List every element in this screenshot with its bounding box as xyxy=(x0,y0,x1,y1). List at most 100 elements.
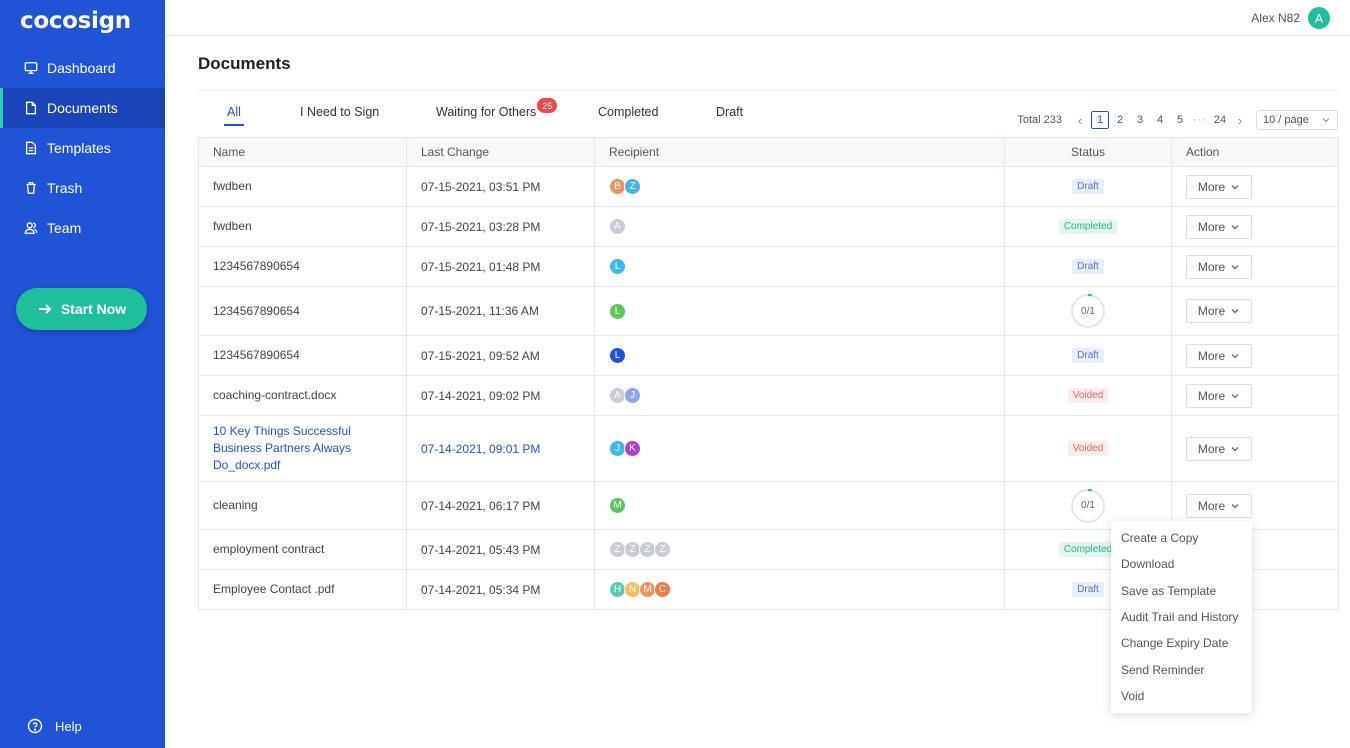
signing-progress: 0/1 xyxy=(1070,293,1106,329)
menu-item-void[interactable]: Void xyxy=(1111,683,1252,709)
tab-all[interactable]: All xyxy=(224,105,244,126)
start-now-button[interactable]: Start Now xyxy=(16,288,147,330)
more-button[interactable]: More xyxy=(1186,254,1252,279)
table-row[interactable]: 1234567890654 07-15-2021, 09:52 AM L Draft M… xyxy=(199,336,1338,376)
action-cell: More xyxy=(1172,336,1338,375)
more-pages[interactable]: ··· xyxy=(1191,111,1209,129)
document-name[interactable]: employment contract xyxy=(199,530,407,569)
table-row[interactable]: 1234567890654 07-15-2021, 01:48 PM L Draft M… xyxy=(199,247,1338,287)
avatar: L xyxy=(609,258,626,275)
last-change-date: 07-15-2021, 01:48 PM xyxy=(407,247,595,286)
user-menu[interactable]: Alex N82 A xyxy=(1251,7,1330,29)
sidebar: cocosign Dashboard Documents Templates T… xyxy=(0,0,165,748)
document-name[interactable]: 1234567890654 xyxy=(199,336,407,375)
recipient-cell: HNMC xyxy=(595,570,1005,609)
chevron-down-icon xyxy=(1231,393,1239,398)
recipient-cell: A xyxy=(595,207,1005,246)
sidebar-item-trash[interactable]: Trash xyxy=(0,168,165,208)
avatar: J xyxy=(624,387,641,404)
document-name[interactable]: 1234567890654 xyxy=(199,247,407,286)
table-row[interactable]: fwdben 07-15-2021, 03:51 PM B Z Draft More xyxy=(199,167,1338,207)
document-name[interactable]: fwdben xyxy=(199,167,407,206)
page-4[interactable]: 4 xyxy=(1151,111,1169,129)
page-3[interactable]: 3 xyxy=(1131,111,1149,129)
monitor-icon xyxy=(23,60,39,76)
page-1[interactable]: 1 xyxy=(1091,111,1109,129)
document-name[interactable]: Employee Contact .pdf xyxy=(199,570,407,609)
action-cell: More xyxy=(1172,167,1338,206)
cocosign-logo[interactable]: cocosign xyxy=(20,8,131,34)
action-cell: More xyxy=(1172,416,1338,481)
next-page-icon[interactable]: › xyxy=(1231,111,1249,129)
document-name-text: cleaning xyxy=(213,498,258,512)
more-button[interactable]: More xyxy=(1186,343,1252,368)
table-row[interactable]: coaching-contract.docx 07-14-2021, 09:02 … xyxy=(199,376,1338,416)
avatar[interactable]: A xyxy=(1308,7,1330,29)
more-button[interactable]: More xyxy=(1186,299,1252,323)
sidebar-item-documents[interactable]: Documents xyxy=(0,88,165,128)
sidebar-item-dashboard[interactable]: Dashboard xyxy=(0,48,165,88)
page-last[interactable]: 24 xyxy=(1211,111,1229,129)
page-size-select[interactable]: 10 / page xyxy=(1256,110,1338,130)
table-row[interactable]: 1234567890654 07-15-2021, 11:36 AM L 0/1 Mor… xyxy=(199,287,1338,336)
recipient-cell: JK xyxy=(595,416,1005,481)
recipient-cell: BZ xyxy=(595,167,1005,206)
recipient-avatars: ZZZZ xyxy=(609,541,671,558)
pagination: Total 233 ‹ 1 2 3 4 5 ··· 24 › 10 / page xyxy=(1017,110,1338,130)
table-row[interactable]: 10 Key Things Successful Business Partne… xyxy=(199,416,1338,482)
sidebar-item-team[interactable]: Team xyxy=(0,208,165,248)
help-link[interactable]: Help xyxy=(27,718,82,734)
start-now-label: Start Now xyxy=(60,301,127,317)
menu-item-save-as-template[interactable]: Save as Template xyxy=(1111,578,1252,604)
more-button[interactable]: More xyxy=(1186,174,1252,199)
status-badge: Completed xyxy=(1058,219,1118,234)
document-name[interactable]: cleaning xyxy=(199,482,407,529)
recipient-cell: L xyxy=(595,336,1005,375)
more-button[interactable]: More xyxy=(1186,214,1252,239)
document-name[interactable]: fwdben xyxy=(199,207,407,246)
document-name[interactable]: 10 Key Things Successful Business Partne… xyxy=(199,416,407,481)
more-button[interactable]: More xyxy=(1186,493,1252,518)
sidebar-item-label: Team xyxy=(47,220,82,236)
help-circle-icon xyxy=(27,718,43,734)
menu-item-change-expiry[interactable]: Change Expiry Date xyxy=(1111,630,1252,656)
tab-waiting-for-others[interactable]: Waiting for Others 25 xyxy=(436,98,558,119)
avatar: L xyxy=(609,302,626,320)
page-2[interactable]: 2 xyxy=(1111,111,1129,129)
tab-draft[interactable]: Draft xyxy=(716,105,743,119)
avatar: Z xyxy=(654,541,671,558)
prev-page-icon[interactable]: ‹ xyxy=(1071,111,1089,129)
last-change-date: 07-15-2021, 03:51 PM xyxy=(407,167,595,206)
total-count: Total 233 xyxy=(1017,114,1062,126)
more-label: More xyxy=(1197,388,1226,403)
document-name-text: fwdben xyxy=(213,219,252,233)
menu-item-audit-trail[interactable]: Audit Trail and History xyxy=(1111,604,1252,630)
more-button[interactable]: More xyxy=(1186,436,1252,461)
document-name[interactable]: coaching-contract.docx xyxy=(199,376,407,415)
page-title: Documents xyxy=(198,54,291,73)
header-name: Name xyxy=(199,138,407,166)
sidebar-item-templates[interactable]: Templates xyxy=(0,128,165,168)
recipient-avatars: HNMC xyxy=(609,581,671,598)
tab-i-need-to-sign[interactable]: I Need to Sign xyxy=(300,105,379,119)
chevron-down-icon xyxy=(1231,224,1239,229)
avatar: L xyxy=(609,347,626,364)
more-label: More xyxy=(1197,259,1226,274)
menu-item-download[interactable]: Download xyxy=(1111,551,1252,577)
status-cell: Voided xyxy=(1005,416,1172,481)
document-name-text: fwdben xyxy=(213,179,252,193)
last-change-date: 07-14-2021, 06:17 PM xyxy=(407,482,595,529)
document-name[interactable]: 1234567890654 xyxy=(199,287,407,335)
team-icon xyxy=(23,220,39,236)
status-badge: Voided xyxy=(1067,441,1109,456)
table-row[interactable]: fwdben 07-15-2021, 03:28 PM A Completed More xyxy=(199,207,1338,247)
recipient-avatars: M xyxy=(609,497,626,514)
menu-item-send-reminder[interactable]: Send Reminder xyxy=(1111,656,1252,682)
avatar: A xyxy=(609,218,626,235)
page-5[interactable]: 5 xyxy=(1171,111,1189,129)
document-name-text: employment contract xyxy=(213,542,325,556)
more-button[interactable]: More xyxy=(1186,383,1252,408)
header-action: Action xyxy=(1186,145,1220,159)
tab-completed[interactable]: Completed xyxy=(598,105,658,119)
menu-item-create-copy[interactable]: Create a Copy xyxy=(1111,525,1252,551)
